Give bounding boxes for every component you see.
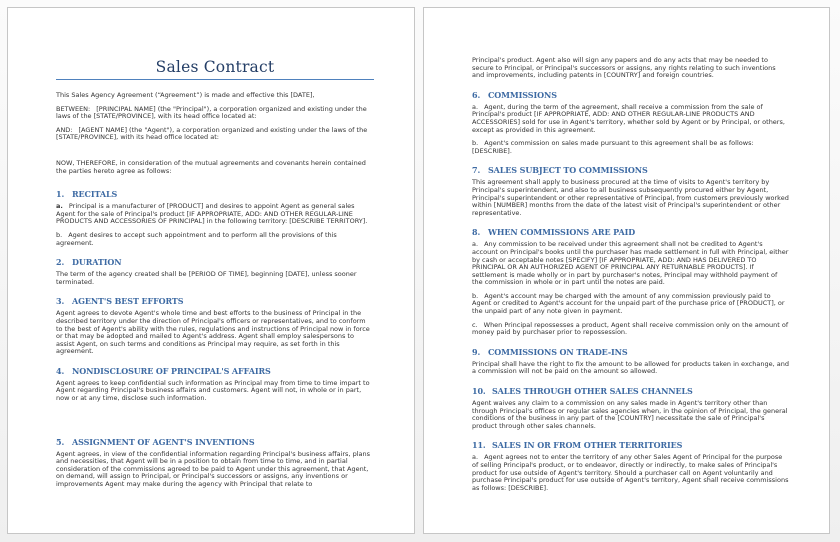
commissions-paragraph-a: a. Agent, during the term of the agreemen… [472,102,785,134]
section-heading-recitals: 1. RECITALS [56,189,118,200]
page-1-content: Sales Contract This Sales Agency Agreeme… [56,58,374,495]
section-heading-other-channels: 10. SALES THROUGH OTHER SALES CHANNELS [472,386,693,397]
section-heading-sales-subject: 7. SALES SUBJECT TO COMMISSIONS [472,165,648,176]
between-text: [PRINCIPAL NAME] (the "Principal"), a co… [56,104,367,121]
intro-paragraph: This Sales Agency Agreement (“Agreement”… [56,91,315,99]
page-2-content: Principal's product. Agent also will sig… [472,56,789,498]
document-page-2: Principal's product. Agent also will sig… [423,7,830,534]
document-page-1: Sales Contract This Sales Agency Agreeme… [7,7,415,534]
section-heading-trade-ins: 9. COMMISSIONS ON TRADE-INS [472,346,628,357]
between-paragraph: BETWEEN: [PRINCIPAL NAME] (the "Principal… [56,104,374,121]
other-territories-paragraph-a: a. Agent agrees not to enter the territor… [472,453,789,492]
document-title: Sales Contract [155,58,275,76]
and-paragraph: AND: [AGENT NAME] (the "Agent"), a corpor… [56,125,374,142]
when-paid-paragraph-c: c. When Principal repossesses a product, … [472,320,789,337]
now-therefore-paragraph: NOW, THEREFORE, in consideration of the … [56,158,366,175]
section-heading-other-territories: 11. SALES IN OR FROM OTHER TERRITORIES [472,440,683,451]
commissions-paragraph-b: b. Agent's commission on sales made pursu… [472,139,754,155]
best-efforts-paragraph: Agent agrees to devote Agent's whole tim… [56,309,370,356]
duration-paragraph: The term of the agency created shall be … [56,270,357,286]
nondisclosure-paragraph: Agent agrees to keep confidential such i… [56,378,370,403]
recitals-paragraph-a: a. Principal is a manufacturer of [PRODUC… [56,202,368,226]
section-heading-best-efforts: 3. AGENT'S BEST EFFORTS [56,296,184,307]
section-heading-when-paid: 8. WHEN COMMISSIONS ARE PAID [472,227,636,238]
and-text: [AGENT NAME] (the "Agent"), a corporatio… [56,125,368,142]
section-heading-duration: 2. DURATION [56,257,122,268]
when-paid-paragraph-a: a. Any commission to be received under th… [472,240,789,287]
inventions-paragraph: Agent agrees, in view of the confidentia… [56,449,370,489]
title-underline [56,79,374,80]
other-channels-paragraph: Agent waives any claim to a commission o… [472,399,788,430]
when-paid-paragraph-b: b. Agent's account may be charged with th… [472,291,785,316]
recitals-paragraph-b: b. Agent desires to accept such appointme… [56,230,337,247]
section-heading-inventions: 5. ASSIGNMENT OF AGENT'S INVENTIONS [56,436,255,447]
sales-subject-paragraph: This agreement shall apply to business p… [472,178,789,217]
section-heading-nondisclosure: 4. NONDISCLOSURE OF PRINCIPAL'S AFFAIRS [56,365,271,376]
trade-ins-paragraph: Principal shall have the right to fix th… [472,359,789,376]
inventions-continuation: Principal's product. Agent also will sig… [472,56,776,80]
section-heading-commissions: 6. COMMISSIONS [472,89,557,100]
